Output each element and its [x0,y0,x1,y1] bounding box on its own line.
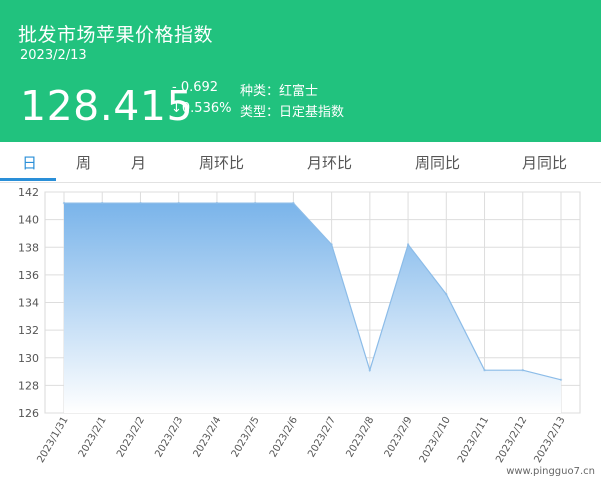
series-area [64,203,561,413]
tab-week-over-week[interactable]: 周环比 [199,152,244,173]
data-point [139,201,142,205]
y-tick-label: 138 [18,241,39,254]
x-tick-label: 2023/2/13 [532,415,567,465]
variety-label: 种类：红富士 [240,84,319,99]
data-point [521,369,524,372]
y-tick-label: 126 [18,407,39,420]
index-header: 批发市场苹果价格指数 2023/2/13 128.415 - 0.692 ↓0.… [0,0,601,142]
tab-month-year-over-year[interactable]: 月同比 [522,152,567,173]
y-tick-label: 132 [18,324,39,337]
tab-month[interactable]: 月 [131,152,146,173]
index-value: 128.415 [20,82,194,130]
y-tick-label: 136 [18,269,39,282]
x-tick-label: 2023/2/12 [494,415,529,465]
index-change: - 0.692 [172,80,219,95]
x-tick-label: 2023/2/9 [383,415,415,459]
tab-week-year-over-year[interactable]: 周同比 [415,152,460,173]
data-point [483,369,486,372]
data-point [406,243,410,246]
x-tick-label: 2023/1/31 [35,415,70,465]
x-tick-label: 2023/2/4 [192,415,224,459]
type-label: 类型：日定基指数 [240,105,345,120]
x-tick-label: 2023/2/10 [418,415,453,465]
period-tabs: 日 周 月 周环比 月环比 周同比 月同比 [0,142,601,183]
y-tick-label: 142 [18,186,39,199]
watermark: www.pingguo7.cn [506,466,595,477]
x-tick-label: 2023/2/7 [306,415,338,459]
data-point [292,201,295,205]
data-point [559,378,563,381]
x-tick-label: 2023/2/5 [230,415,262,459]
index-change-percent: ↓0.536% [171,101,232,116]
data-point [215,201,219,205]
y-tick-label: 140 [18,214,39,227]
data-point [62,201,66,205]
x-tick-label: 2023/2/11 [456,415,491,465]
data-point [368,369,371,372]
page-title: 批发市场苹果价格指数 [18,24,214,46]
data-point [254,201,257,205]
data-point [101,201,104,205]
tab-day[interactable]: 日 [22,152,37,173]
data-point [445,293,448,296]
index-date: 2023/2/13 [20,48,87,63]
active-tab-indicator [0,178,56,181]
index-area-chart: 1261281301321341361381401422023/1/31 2023… [18,186,581,465]
x-tick-label: 2023/2/3 [153,415,185,459]
y-tick-label: 130 [18,352,39,365]
data-point [330,243,333,246]
x-tick-label: 2023/2/2 [115,415,147,459]
x-tick-label: 2023/2/8 [344,415,376,459]
x-tick-label: 2023/2/1 [77,415,109,459]
tab-week[interactable]: 周 [76,152,91,173]
data-point [177,201,180,205]
x-tick-label: 2023/2/6 [268,415,300,459]
y-tick-label: 134 [18,297,39,310]
y-tick-label: 128 [18,379,39,392]
tab-month-over-month[interactable]: 月环比 [307,152,352,173]
